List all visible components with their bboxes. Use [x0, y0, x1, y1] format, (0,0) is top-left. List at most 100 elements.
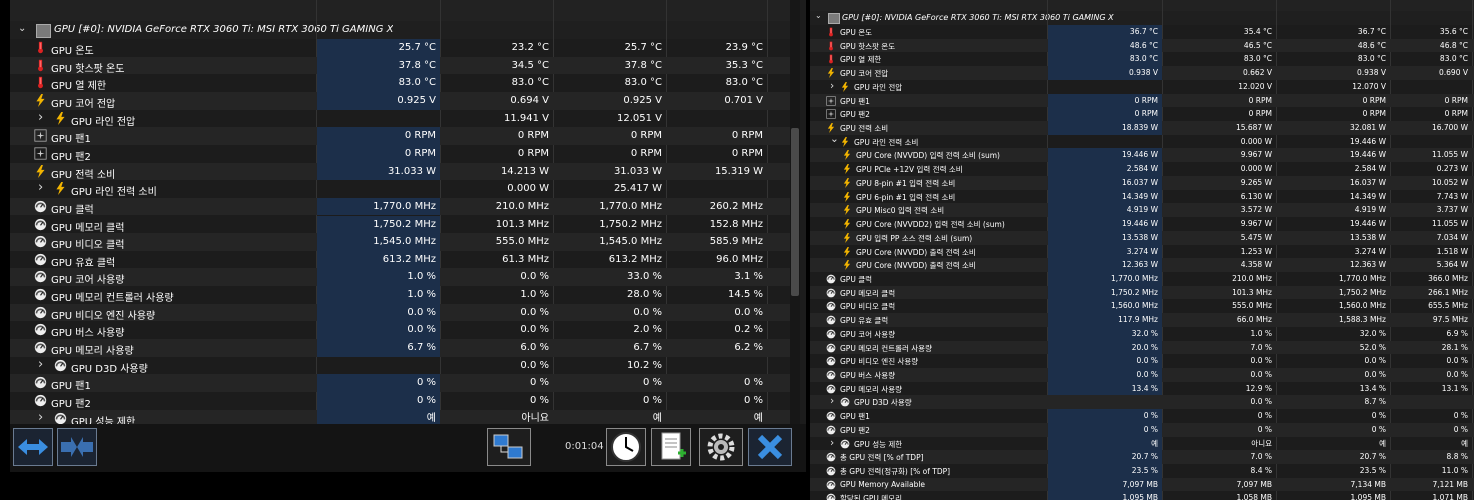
gauge-icon	[34, 323, 47, 336]
sensor-row[interactable]: 총 GPU 전력 [% of TDP] 20.7 % 7.0 % 20.7 % 8.8 …	[810, 450, 1474, 465]
fan-icon	[826, 109, 836, 119]
expand-collapse-button[interactable]	[13, 428, 53, 466]
current-value: 0 %	[1048, 409, 1162, 423]
sensor-row[interactable]: GPU 메모리 컨트롤러 사용량 20.0 % 7.0 % 52.0 % 28.1 %	[810, 340, 1474, 355]
sensor-row[interactable]: › GPU D3D 사용량 0.0 % 8.7 %	[810, 395, 1474, 410]
bolt-icon	[842, 150, 852, 161]
sensor-row[interactable]: GPU 팬1 0 RPM 0 RPM 0 RPM 0 RPM	[10, 127, 790, 145]
sensor-row[interactable]: GPU 유효 클럭 613.2 MHz 61.3 MHz 613.2 MHz 96.0 …	[10, 250, 790, 269]
sensor-row[interactable]: GPU 팬2 0 % 0 % 0 % 0 %	[10, 392, 790, 410]
sensor-row[interactable]: › GPU D3D 사용량 0.0 % 10.2 %	[10, 357, 790, 375]
sensor-row[interactable]: GPU 메모리 컨트롤러 사용량 1.0 % 1.0 % 28.0 % 14.5 %	[10, 286, 790, 304]
left-group-row[interactable]: ⌄ GPU [#0]: NVIDIA GeForce RTX 3060 Ti: …	[10, 21, 798, 39]
right-group-row[interactable]: ⌄ GPU [#0]: NVIDIA GeForce RTX 3060 Ti: …	[810, 11, 1474, 25]
sensor-row[interactable]: GPU 메모리 클럭 1,750.2 MHz 101.3 MHz 1,750.2 MH…	[810, 285, 1474, 300]
settings-button[interactable]	[699, 428, 743, 466]
sensor-row[interactable]: GPU 클럭 1,770.0 MHz 210.0 MHz 1,770.0 MHz 366…	[810, 271, 1474, 286]
expand-chevron-icon[interactable]: ›	[38, 180, 43, 195]
average-value: 46.8 °C	[1439, 40, 1468, 50]
minimum-value: 아니요	[521, 412, 549, 424]
sensor-row[interactable]: GPU 핫스팟 온도 37.8 °C 34.5 °C 37.8 °C 35.3 °C	[10, 56, 790, 75]
maximum-value: 32.0 %	[1359, 328, 1386, 338]
bolt-icon	[842, 191, 852, 202]
sensor-row[interactable]: GPU 열 제한 83.0 °C 83.0 °C 83.0 °C 83.0 °C	[10, 74, 790, 92]
average-value: 35.3 °C	[725, 59, 763, 71]
sensor-row[interactable]: GPU Memory Available 7,097 MB 7,097 MB 7,13…	[810, 477, 1474, 492]
sensor-row[interactable]: GPU 6-pin #1 입력 전력 소비 14.349 W 6.130 W 14.3…	[810, 189, 1474, 204]
sensor-row[interactable]: › GPU 라인 전압 11.941 V 12.051 V	[10, 110, 790, 128]
expand-chevron-icon[interactable]: ›	[38, 357, 43, 372]
maximum-value: 예	[652, 412, 662, 424]
clock-button[interactable]	[606, 428, 646, 466]
sensor-row[interactable]: ⌄ GPU 라인 전력 소비 0.000 W 19.446 W	[810, 133, 1474, 149]
sensor-row[interactable]: GPU 전력 소비 31.033 W 14.213 W 31.033 W 15.319 …	[10, 162, 790, 181]
gauge-icon	[54, 412, 67, 424]
sensor-row[interactable]: GPU 코어 전압 0.938 V 0.662 V 0.938 V 0.690 V	[810, 66, 1474, 80]
minimum-value: 4.358 W	[1240, 260, 1272, 270]
maximum-value: 12.363 W	[1349, 260, 1386, 270]
minimum-value: 6.0 %	[520, 342, 549, 354]
sensor-row[interactable]: GPU 코어 전압 0.925 V 0.694 V 0.925 V 0.701 V	[10, 91, 790, 110]
sensor-row[interactable]: GPU Core (NVVDD) 출력 전력 소비 3.274 W 1.253 W 3…	[810, 244, 1474, 259]
sensor-row[interactable]: GPU 열 제한 83.0 °C 83.0 °C 83.0 °C 83.0 °C	[810, 52, 1474, 67]
sensor-row[interactable]: GPU 비디오 엔진 사용량 0.0 % 0.0 % 0.0 % 0.0 %	[10, 303, 790, 322]
sensor-row[interactable]: GPU 팬1 0 % 0 % 0 % 0 %	[10, 374, 790, 392]
average-value: 7.743 W	[1436, 191, 1468, 201]
sensor-row[interactable]: GPU 전력 소비 18.839 W 15.687 W 32.081 W 16.700 …	[810, 121, 1474, 135]
sensor-row[interactable]: GPU 비디오 엔진 사용량 0.0 % 0.0 % 0.0 % 0.0 %	[810, 354, 1474, 368]
current-value: 1,750.2 MHz	[317, 215, 440, 234]
sensor-row[interactable]: GPU 코어 사용량 32.0 % 1.0 % 32.0 % 6.9 %	[810, 326, 1474, 341]
sensor-row[interactable]: GPU 핫스팟 온도 48.6 °C 46.5 °C 48.6 °C 46.8 °C	[810, 38, 1474, 53]
maximum-value: 1,560.0 MHz	[1338, 301, 1386, 311]
collapse-chevron-icon[interactable]: ⌄	[830, 133, 839, 145]
sensor-row[interactable]: GPU 메모리 클럭 1,750.2 MHz 101.3 MHz 1,750.2 MH…	[10, 215, 790, 234]
sensor-row[interactable]: › GPU 성능 제한 예 아니요 예 예	[810, 436, 1474, 451]
sensor-row[interactable]: GPU 8-pin #1 입력 전력 소비 16.037 W 9.265 W 16.0…	[810, 175, 1474, 190]
sensor-row[interactable]: GPU 비디오 클럭 1,545.0 MHz 555.0 MHz 1,545.0 MH…	[10, 233, 790, 251]
sensor-row[interactable]: GPU 클럭 1,770.0 MHz 210.0 MHz 1,770.0 MHz 260…	[10, 197, 790, 216]
current-value: 23.5 %	[1048, 464, 1162, 478]
minimum-value: 12.9 %	[1245, 383, 1272, 393]
left-scrollbar-thumb[interactable]	[791, 128, 799, 296]
expand-chevron-icon[interactable]: ›	[830, 80, 834, 92]
close-button[interactable]	[748, 428, 792, 466]
sensor-row[interactable]: GPU 메모리 사용량 6.7 % 6.0 % 6.7 % 6.2 %	[10, 339, 790, 357]
collapse-chevron-icon[interactable]: ⌄	[815, 11, 822, 20]
sensor-row[interactable]: GPU 유효 클럭 117.9 MHz 66.0 MHz 1,588.3 MHz 97.…	[810, 313, 1474, 327]
sensor-row[interactable]: › GPU 라인 전압 12.020 V 12.070 V	[810, 80, 1474, 94]
report-button[interactable]	[651, 428, 691, 466]
sensor-row[interactable]: GPU 메모리 사용량 13.4 % 12.9 % 13.4 % 13.1 %	[810, 381, 1474, 396]
sensor-row[interactable]: GPU 팬1 0 % 0 % 0 % 0 %	[810, 409, 1474, 423]
sensor-row[interactable]: GPU 입력 PP 소스 전력 소비 (sum) 13.538 W 5.475 W 1…	[810, 230, 1474, 245]
sensor-row[interactable]: GPU Core (NVVDD) 입력 전력 소비 (sum) 19.446 W 9…	[810, 148, 1474, 163]
sensor-row[interactable]: GPU 비디오 클럭 1,560.0 MHz 555.0 MHz 1,560.0 MH…	[810, 299, 1474, 314]
sensor-row[interactable]: GPU PCIe +12V 입력 전력 소비 2.584 W 0.000 W 2.58…	[810, 162, 1474, 176]
sensor-row[interactable]: GPU 팬2 0 RPM 0 RPM 0 RPM 0 RPM	[810, 107, 1474, 122]
current-value: 14.349 W	[1048, 189, 1162, 204]
expand-chevron-icon[interactable]: ›	[38, 410, 43, 424]
sensor-row[interactable]: GPU Misc0 입력 전력 소비 4.919 W 3.572 W 4.919 W 3…	[810, 203, 1474, 218]
sensor-row[interactable]: GPU 온도 25.7 °C 23.2 °C 25.7 °C 23.9 °C	[10, 39, 790, 57]
expand-chevron-icon[interactable]: ›	[38, 110, 43, 125]
minimum-value: 1.0 %	[1250, 328, 1272, 338]
sensor-row[interactable]: GPU 팬1 0 RPM 0 RPM 0 RPM 0 RPM	[810, 93, 1474, 108]
network-button[interactable]	[487, 428, 531, 466]
expand-chevron-icon[interactable]: ›	[830, 395, 834, 407]
sensor-row[interactable]: GPU Core (NVVDD2) 입력 전력 소비 (sum) 19.446 W…	[810, 217, 1474, 231]
collapse-chevron-icon[interactable]: ⌄	[18, 23, 26, 34]
sensor-row[interactable]: 총 GPU 전력(정규화) [% of TDP] 23.5 % 8.4 % 23.5 …	[810, 464, 1474, 478]
sensor-row[interactable]: GPU 팬2 0 RPM 0 RPM 0 RPM 0 RPM	[10, 144, 790, 163]
bolt-icon	[54, 111, 67, 125]
sensor-row[interactable]: › GPU 라인 전력 소비 0.000 W 25.417 W	[10, 180, 790, 198]
left-scrollbar[interactable]	[790, 0, 800, 424]
sensor-row[interactable]: GPU 버스 사용량 0.0 % 0.0 % 0.0 % 0.0 %	[810, 368, 1474, 382]
sensor-row[interactable]: GPU 코어 사용량 1.0 % 0.0 % 33.0 % 3.1 %	[10, 268, 790, 286]
sensor-row[interactable]: GPU 온도 36.7 °C 35.4 °C 36.7 °C 35.6 °C	[810, 25, 1474, 39]
merge-columns-button[interactable]	[57, 428, 97, 466]
sensor-row[interactable]: › GPU 성능 제한 예 아니요 예 예	[10, 409, 790, 424]
sensor-row[interactable]: GPU 버스 사용량 0.0 % 0.0 % 2.0 % 0.2 %	[10, 321, 790, 339]
sensor-row[interactable]: 할당된 GPU 메모리 1,095 MB 1,058 MB 1,095 MB 1,071…	[810, 491, 1474, 500]
sensor-row[interactable]: GPU Core (NVVDD) 출력 전력 소비 12.363 W 4.358 W…	[810, 258, 1474, 272]
expand-chevron-icon[interactable]: ›	[830, 437, 834, 449]
sensor-row[interactable]: GPU 팬2 0 % 0 % 0 % 0 %	[810, 422, 1474, 437]
